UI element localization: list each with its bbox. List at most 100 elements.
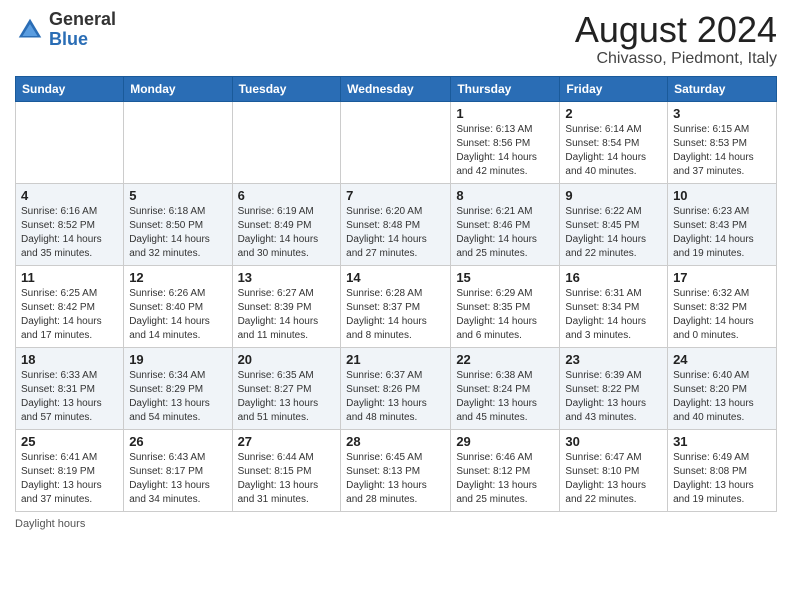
day-info: Sunrise: 6:14 AM Sunset: 8:54 PM Dayligh… [565,123,662,179]
day-number: 7 [346,188,445,203]
day-number: 16 [565,270,662,285]
day-number: 29 [456,434,554,449]
day-info: Sunrise: 6:19 AM Sunset: 8:49 PM Dayligh… [238,205,336,261]
calendar-cell: 17Sunrise: 6:32 AM Sunset: 8:32 PM Dayli… [668,265,777,347]
calendar-week-row: 18 Sunrise: 6:33 AM Sunset: 8:31 PM Dayli… [16,347,777,429]
day-info: Sunrise: 6:20 AM Sunset: 8:48 PM Dayligh… [346,205,445,261]
day-info: Sunrise: 6:32 AM Sunset: 8:32 PM Dayligh… [673,287,771,343]
day-info: Sunrise: 6:40 AM Sunset: 8:20 PM Dayligh… [673,369,771,425]
location: Chivasso, Piedmont, Italy [575,50,777,68]
day-info: Sunrise: 6:38 AM Sunset: 8:24 PM Dayligh… [456,369,554,425]
calendar-cell: 16 Sunrise: 6:31 AM Sunset: 8:34 PM Dayli… [560,265,668,347]
day-number: 15 [456,270,554,285]
calendar-table: SundayMondayTuesdayWednesdayThursdayFrid… [15,76,777,512]
day-number: 10 [673,188,771,203]
weekday-header-row: SundayMondayTuesdayWednesdayThursdayFrid… [16,76,777,101]
day-info: Sunrise: 6:22 AM Sunset: 8:45 PM Dayligh… [565,205,662,261]
day-info: Sunrise: 6:23 AM Sunset: 8:43 PM Dayligh… [673,205,771,261]
calendar-cell [16,101,124,183]
day-info: Sunrise: 6:13 AM Sunset: 8:56 PM Dayligh… [456,123,554,179]
day-number: 12 [129,270,226,285]
day-number: 19 [129,352,226,367]
calendar-cell: 5Sunrise: 6:18 AM Sunset: 8:50 PM Daylig… [124,183,232,265]
day-info: Sunrise: 6:31 AM Sunset: 8:34 PM Dayligh… [565,287,662,343]
calendar-cell: 26 Sunrise: 6:43 AM Sunset: 8:17 PM Dayli… [124,429,232,511]
day-number: 2 [565,106,662,121]
day-number: 20 [238,352,336,367]
page: General Blue August 2024 Chivasso, Piedm… [0,0,792,612]
day-info: Sunrise: 6:28 AM Sunset: 8:37 PM Dayligh… [346,287,445,343]
day-info: Sunrise: 6:33 AM Sunset: 8:31 PM Dayligh… [21,369,118,425]
day-info: Sunrise: 6:44 AM Sunset: 8:15 PM Dayligh… [238,451,336,507]
calendar-cell: 28 Sunrise: 6:45 AM Sunset: 8:13 PM Dayli… [341,429,451,511]
day-info: Sunrise: 6:41 AM Sunset: 8:19 PM Dayligh… [21,451,118,507]
day-info: Sunrise: 6:15 AM Sunset: 8:53 PM Dayligh… [673,123,771,179]
day-number: 13 [238,270,336,285]
day-info: Sunrise: 6:47 AM Sunset: 8:10 PM Dayligh… [565,451,662,507]
day-number: 27 [238,434,336,449]
calendar-cell: 15Sunrise: 6:29 AM Sunset: 8:35 PM Dayli… [451,265,560,347]
day-number: 21 [346,352,445,367]
calendar-cell: 30 Sunrise: 6:47 AM Sunset: 8:10 PM Dayli… [560,429,668,511]
calendar-cell: 12 Sunrise: 6:26 AM Sunset: 8:40 PM Dayli… [124,265,232,347]
logo-general: General [49,9,116,29]
calendar-week-row: 4 Sunrise: 6:16 AM Sunset: 8:52 PM Daylig… [16,183,777,265]
day-number: 26 [129,434,226,449]
day-info: Sunrise: 6:49 AM Sunset: 8:08 PM Dayligh… [673,451,771,507]
day-number: 4 [21,188,118,203]
day-info: Sunrise: 6:35 AM Sunset: 8:27 PM Dayligh… [238,369,336,425]
day-number: 28 [346,434,445,449]
day-info: Sunrise: 6:26 AM Sunset: 8:40 PM Dayligh… [129,287,226,343]
day-info: Sunrise: 6:43 AM Sunset: 8:17 PM Dayligh… [129,451,226,507]
calendar-cell: 25Sunrise: 6:41 AM Sunset: 8:19 PM Dayli… [16,429,124,511]
day-info: Sunrise: 6:34 AM Sunset: 8:29 PM Dayligh… [129,369,226,425]
day-number: 22 [456,352,554,367]
month-year: August 2024 [575,10,777,50]
calendar-cell: 14 Sunrise: 6:28 AM Sunset: 8:37 PM Dayli… [341,265,451,347]
day-number: 8 [456,188,554,203]
calendar-cell: 7 Sunrise: 6:20 AM Sunset: 8:48 PM Daylig… [341,183,451,265]
logo-icon [15,15,45,45]
day-number: 5 [129,188,226,203]
day-number: 18 [21,352,118,367]
calendar-cell: 29Sunrise: 6:46 AM Sunset: 8:12 PM Dayli… [451,429,560,511]
logo-blue: Blue [49,29,88,49]
calendar-cell: 18 Sunrise: 6:33 AM Sunset: 8:31 PM Dayli… [16,347,124,429]
day-number: 1 [456,106,554,121]
weekday-header-sunday: Sunday [16,76,124,101]
day-number: 3 [673,106,771,121]
calendar-cell: 6Sunrise: 6:19 AM Sunset: 8:49 PM Daylig… [232,183,341,265]
calendar-cell: 2 Sunrise: 6:14 AM Sunset: 8:54 PM Daylig… [560,101,668,183]
day-info: Sunrise: 6:39 AM Sunset: 8:22 PM Dayligh… [565,369,662,425]
weekday-header-tuesday: Tuesday [232,76,341,101]
day-number: 9 [565,188,662,203]
calendar-cell: 20 Sunrise: 6:35 AM Sunset: 8:27 PM Dayli… [232,347,341,429]
calendar-cell: 9 Sunrise: 6:22 AM Sunset: 8:45 PM Daylig… [560,183,668,265]
calendar-cell [341,101,451,183]
weekday-header-thursday: Thursday [451,76,560,101]
day-number: 30 [565,434,662,449]
calendar-cell: 27 Sunrise: 6:44 AM Sunset: 8:15 PM Dayli… [232,429,341,511]
calendar-cell: 23 Sunrise: 6:39 AM Sunset: 8:22 PM Dayli… [560,347,668,429]
calendar-cell: 4 Sunrise: 6:16 AM Sunset: 8:52 PM Daylig… [16,183,124,265]
day-number: 14 [346,270,445,285]
day-number: 24 [673,352,771,367]
day-info: Sunrise: 6:25 AM Sunset: 8:42 PM Dayligh… [21,287,118,343]
day-info: Sunrise: 6:21 AM Sunset: 8:46 PM Dayligh… [456,205,554,261]
day-number: 31 [673,434,771,449]
logo: General Blue [15,10,116,50]
calendar-cell: 13Sunrise: 6:27 AM Sunset: 8:39 PM Dayli… [232,265,341,347]
calendar-cell: 19 Sunrise: 6:34 AM Sunset: 8:29 PM Dayli… [124,347,232,429]
day-number: 11 [21,270,118,285]
calendar-cell: 3 Sunrise: 6:15 AM Sunset: 8:53 PM Daylig… [668,101,777,183]
day-number: 23 [565,352,662,367]
calendar-cell: 11 Sunrise: 6:25 AM Sunset: 8:42 PM Dayli… [16,265,124,347]
day-info: Sunrise: 6:45 AM Sunset: 8:13 PM Dayligh… [346,451,445,507]
calendar-cell [124,101,232,183]
weekday-header-wednesday: Wednesday [341,76,451,101]
day-info: Sunrise: 6:16 AM Sunset: 8:52 PM Dayligh… [21,205,118,261]
calendar-week-row: 11 Sunrise: 6:25 AM Sunset: 8:42 PM Dayli… [16,265,777,347]
logo-text: General Blue [49,10,116,50]
calendar-cell [232,101,341,183]
calendar-cell: 10 Sunrise: 6:23 AM Sunset: 8:43 PM Dayli… [668,183,777,265]
